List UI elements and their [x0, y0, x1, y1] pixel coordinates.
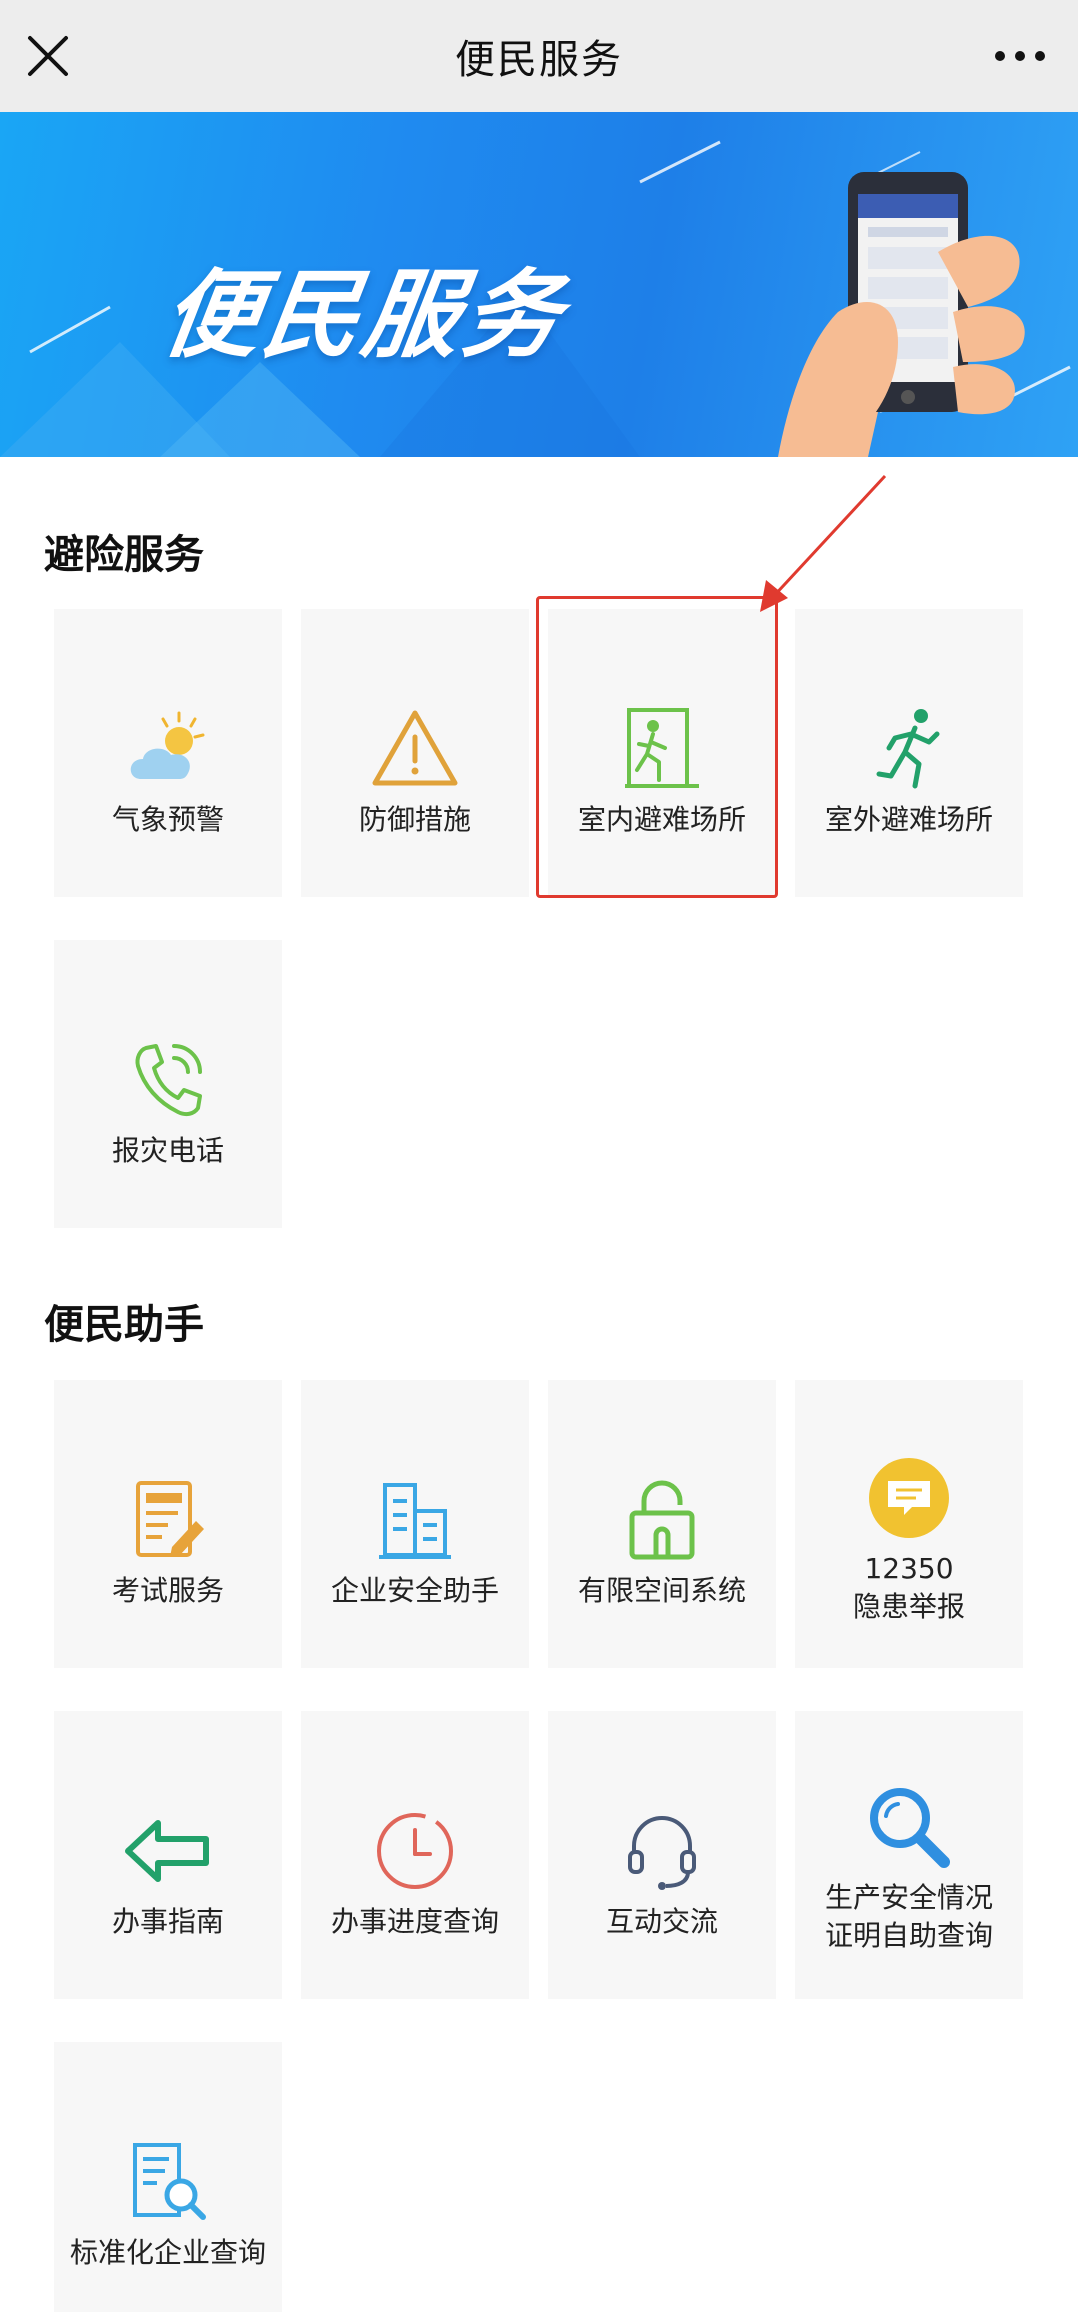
tile-label: 企业安全助手 [330, 1574, 499, 1607]
weather-icon [118, 699, 218, 799]
tile-service-guide[interactable]: 办事指南 [54, 1711, 282, 1999]
tile-label: 考试服务 [111, 1574, 224, 1607]
tile-outdoor-shelter[interactable]: 室外避难场所 [795, 609, 1023, 897]
lock-icon [612, 1470, 712, 1570]
tile-label: 报灾电话 [111, 1134, 224, 1167]
exam-icon [118, 1470, 218, 1570]
tile-label: 标准化企业查询 [69, 2236, 266, 2269]
search-icon [859, 1777, 959, 1877]
running-person-icon [859, 699, 959, 799]
indoor-shelter-icon [612, 699, 712, 799]
banner-title: 便民服务 [155, 259, 572, 371]
more-icon[interactable] [988, 34, 1052, 78]
tile-label: 室外避难场所 [824, 803, 993, 836]
tile-progress-query[interactable]: 办事进度查询 [301, 1711, 529, 1999]
tile-label-line1: 生产安全情况 [824, 1881, 993, 1914]
tile-label: 有限空间系统 [577, 1574, 746, 1607]
top-bar: 便民服务 [0, 0, 1078, 112]
section-title-hazard: 避险服务 [44, 532, 204, 578]
phone-icon [118, 1030, 218, 1130]
hand-phone-icon [778, 172, 1025, 457]
tile-label: 室内避难场所 [577, 803, 746, 836]
tile-label: 办事指南 [111, 1905, 224, 1938]
close-icon[interactable] [22, 30, 74, 82]
tile-label: 互动交流 [605, 1905, 718, 1938]
tile-hazard-report[interactable]: 12350 隐患举报 [795, 1380, 1023, 1668]
tile-label: 防御措施 [358, 803, 471, 836]
tile-defense-measures[interactable]: 防御措施 [301, 609, 529, 897]
document-search-icon [118, 2132, 218, 2232]
tile-exam-service[interactable]: 考试服务 [54, 1380, 282, 1668]
headset-icon [612, 1801, 712, 1901]
tile-confined-space[interactable]: 有限空间系统 [548, 1380, 776, 1668]
tile-standard-enterprise-query[interactable]: 标准化企业查询 [54, 2042, 282, 2312]
tile-enterprise-safety[interactable]: 企业安全助手 [301, 1380, 529, 1668]
warning-icon [365, 699, 465, 799]
annotation-arrow-icon [760, 474, 887, 612]
arrow-left-icon [118, 1801, 218, 1901]
tile-safety-certificate-query[interactable]: 生产安全情况 证明自助查询 [795, 1711, 1023, 1999]
tile-weather-warning[interactable]: 气象预警 [54, 609, 282, 897]
clock-icon [365, 1801, 465, 1901]
tile-indoor-shelter[interactable]: 室内避难场所 [548, 609, 776, 897]
building-icon [365, 1470, 465, 1570]
tile-label-line2: 证明自助查询 [824, 1919, 993, 1952]
section-title-assistant: 便民助手 [44, 1302, 204, 1348]
banner: 便民服务 [0, 112, 1078, 457]
chat-icon [859, 1448, 959, 1548]
page-title: 便民服务 [455, 37, 623, 83]
tile-disaster-phone[interactable]: 报灾电话 [54, 940, 282, 1228]
tile-label-line1: 12350 [864, 1552, 954, 1585]
tile-label: 办事进度查询 [330, 1905, 499, 1938]
tile-label-line2: 隐患举报 [852, 1590, 965, 1623]
tile-label: 气象预警 [111, 803, 224, 836]
tile-interaction[interactable]: 互动交流 [548, 1711, 776, 1999]
